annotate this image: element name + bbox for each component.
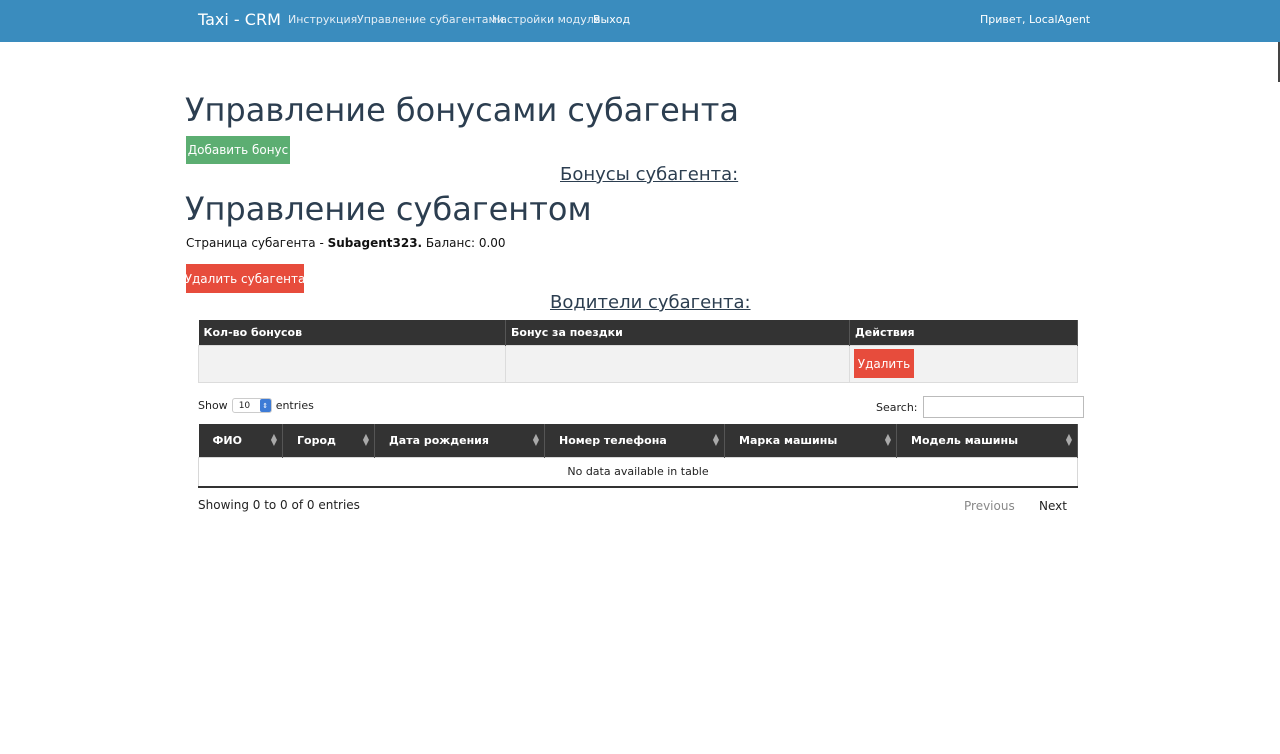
column-label: Дата рождения [389, 433, 489, 447]
user-greeting[interactable]: Привет, LocalAgent [980, 13, 1090, 26]
sort-header-phone[interactable]: Номер телефона ▲ ▼ [544, 424, 725, 457]
table-info: Showing 0 to 0 of 0 entries [198, 498, 360, 512]
sort-icon: ▲ ▼ [712, 432, 719, 447]
bonuses-heading: Бонусы субагента: [560, 164, 739, 185]
subagent-balance: Баланс: 0.00 [422, 236, 506, 250]
cell-trip-bonus [505, 344, 850, 383]
entries-label: entries [275, 399, 314, 412]
column-label: Модель машины [911, 433, 1019, 447]
drivers-heading: Водители субагента: [550, 292, 751, 313]
sort-header-car-model[interactable]: Модель машины ▲ ▼ [896, 424, 1078, 457]
bonus-table: Кол-во бонусов Бонус за поездки Действия… [198, 320, 1078, 383]
delete-subagent-button[interactable]: Удалить субагента [185, 264, 305, 293]
sort-header-car-brand[interactable]: Марка машины ▲ ▼ [724, 424, 897, 457]
pagination-previous[interactable]: Previous [964, 499, 1015, 513]
column-label: ФИО [212, 433, 242, 447]
cell-bonus-count [198, 344, 506, 383]
column-header-bonus-count: Кол-во бонусов [198, 320, 506, 345]
show-label: Show [198, 399, 228, 412]
delete-bonus-button[interactable]: Удалить [854, 349, 914, 378]
sort-header-birth-date[interactable]: Дата рождения ▲ ▼ [374, 424, 545, 457]
search-label: Search: [876, 400, 918, 414]
sort-icon: ▲ ▼ [1065, 432, 1072, 447]
nav-link-subagents[interactable]: Управление субагентами [357, 13, 504, 26]
entries-length-control: Show 10 ⇕ entries [198, 398, 314, 413]
subagent-info: Страница субагента - Subagent323. Баланс… [186, 236, 506, 250]
search-input[interactable] [922, 396, 1084, 418]
nav-link-instruction[interactable]: Инструкция [288, 13, 357, 26]
sort-icon: ▲ ▼ [532, 432, 539, 447]
cell-actions: Удалить [849, 344, 1078, 383]
column-header-trip-bonus: Бонус за поездки [505, 320, 850, 345]
column-label: Номер телефона [559, 433, 667, 447]
nav-link-module-settings[interactable]: Настройки модуля [492, 13, 600, 26]
entries-length-value: 10 [238, 400, 251, 411]
table-row-empty: No data available in table [198, 456, 1078, 488]
select-arrows-icon: ⇕ [259, 399, 271, 412]
top-navbar: Taxi - CRM Инструкция Управление субаген… [0, 0, 1280, 42]
subagent-name: Subagent323. [327, 236, 423, 250]
page-title-bonus: Управление бонусами субагента [185, 91, 739, 129]
column-header-actions: Действия [849, 320, 1078, 345]
sort-header-full-name[interactable]: ФИО ▲ ▼ [198, 424, 283, 457]
add-bonus-button[interactable]: Добавить бонус [186, 136, 290, 164]
column-label: Марка машины [739, 433, 838, 447]
sort-icon: ▲ ▼ [270, 432, 277, 447]
page-title-subagent: Управление субагентом [185, 190, 592, 228]
nav-link-logout[interactable]: Выход [593, 13, 630, 26]
pagination-next[interactable]: Next [1039, 499, 1067, 513]
drivers-table: ФИО ▲ ▼ Город ▲ ▼ Дата рождения ▲ ▼ Номер теле… [198, 424, 1078, 488]
table-row: Удалить [198, 344, 1078, 383]
subagent-info-prefix: Страница субагента - [186, 236, 328, 250]
brand-link[interactable]: Taxi - CRM [198, 10, 281, 29]
sort-header-city[interactable]: Город ▲ ▼ [282, 424, 375, 457]
sort-icon: ▲ ▼ [884, 432, 891, 447]
empty-table-message: No data available in table [198, 456, 1078, 488]
table-search: Search: [876, 396, 1084, 418]
column-label: Город [297, 433, 336, 447]
entries-length-select[interactable]: 10 ⇕ [231, 398, 272, 413]
sort-icon: ▲ ▼ [362, 432, 369, 447]
